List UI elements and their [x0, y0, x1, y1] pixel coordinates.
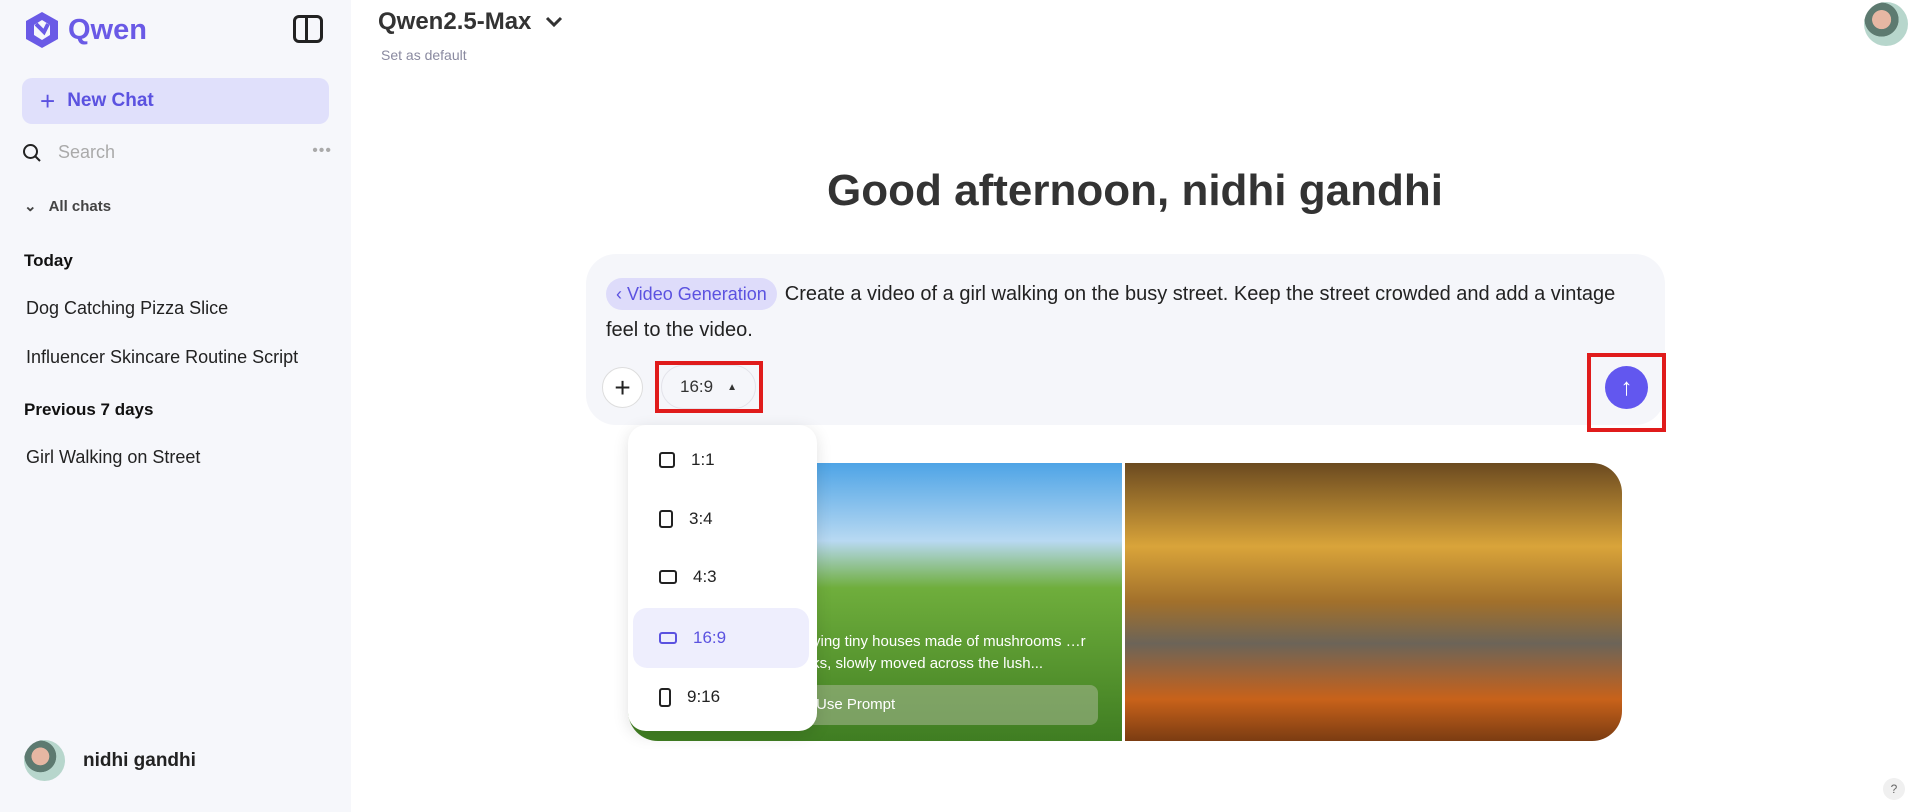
chat-item[interactable]: Influencer Skincare Routine Script	[26, 347, 298, 368]
plus-icon: +	[40, 85, 56, 116]
more-icon[interactable]: •••	[312, 142, 332, 160]
user-profile[interactable]: nidhi gandhi	[24, 740, 196, 781]
qwen-logo-icon	[26, 12, 58, 48]
portrait-icon	[659, 510, 673, 528]
avatar	[24, 740, 65, 781]
search-placeholder: Search	[58, 142, 116, 162]
mode-tag[interactable]: ‹ Video Generation	[606, 278, 777, 310]
option-label: 1:1	[691, 450, 715, 469]
chat-item[interactable]: Dog Catching Pizza Slice	[26, 298, 228, 319]
example-caption: …rrying tiny houses made of mushrooms …r…	[788, 633, 1086, 672]
landscape-icon	[659, 570, 677, 584]
plus-icon: +	[614, 371, 631, 403]
aspect-ratio-button[interactable]: 16:9 ▲	[661, 365, 756, 409]
example-video-squirrel[interactable]	[1125, 463, 1622, 741]
tall-portrait-icon	[659, 687, 671, 707]
set-default-link[interactable]: Set as default	[381, 47, 467, 63]
logo[interactable]: Qwen	[22, 10, 147, 50]
mode-tag-label: Video Generation	[627, 284, 767, 304]
avatar[interactable]	[1864, 2, 1908, 46]
option-label: 9:16	[687, 687, 721, 706]
ratio-option-9-16[interactable]: 9:16	[633, 667, 809, 727]
greeting: Good afternoon, nidhi gandhi	[0, 166, 1920, 216]
prompt-text[interactable]: ‹ Video Generation Create a video of a gi…	[606, 276, 1646, 348]
help-button[interactable]: ?	[1883, 778, 1905, 800]
user-name: nidhi gandhi	[83, 749, 196, 771]
search-input[interactable]: Search •••	[22, 142, 332, 163]
square-icon	[659, 452, 675, 468]
sidebar-toggle-icon[interactable]	[293, 15, 323, 43]
use-prompt-button[interactable]: Use Prompt	[788, 685, 1098, 725]
search-icon	[23, 143, 41, 162]
chat-item[interactable]: Girl Walking on Street	[26, 447, 200, 468]
ratio-option-1-1[interactable]: 1:1	[633, 430, 809, 490]
section-today: Today	[24, 251, 73, 270]
aspect-ratio-dropdown: 1:1 3:4 4:3 16:9 9:16	[628, 425, 817, 731]
option-label: 16:9	[693, 628, 727, 647]
attach-button[interactable]: +	[602, 367, 643, 408]
model-name: Qwen2.5-Max	[378, 8, 532, 35]
greeting-text: Good afternoon, nidhi gandhi	[827, 166, 1443, 215]
aspect-ratio-value: 16:9	[680, 377, 714, 396]
widescreen-icon	[659, 632, 677, 644]
ratio-option-3-4[interactable]: 3:4	[633, 489, 809, 549]
caret-up-icon: ▲	[727, 381, 737, 393]
section-previous-7-days: Previous 7 days	[24, 400, 154, 419]
option-label: 4:3	[693, 567, 717, 586]
new-chat-button[interactable]: + New Chat	[22, 78, 329, 124]
sidebar: Qwen + New Chat Search ••• ⌄ All chats Tod…	[0, 0, 351, 812]
new-chat-label: New Chat	[67, 90, 154, 111]
model-selector[interactable]: Qwen2.5-Max	[378, 8, 563, 36]
ratio-option-4-3[interactable]: 4:3	[633, 547, 809, 607]
chevron-down-icon	[546, 16, 563, 28]
option-label: 3:4	[689, 509, 713, 528]
send-button[interactable]: ↑	[1605, 366, 1648, 409]
logo-text: Qwen	[68, 13, 147, 46]
arrow-up-icon: ↑	[1620, 373, 1633, 401]
ratio-option-16-9[interactable]: 16:9	[633, 608, 809, 668]
